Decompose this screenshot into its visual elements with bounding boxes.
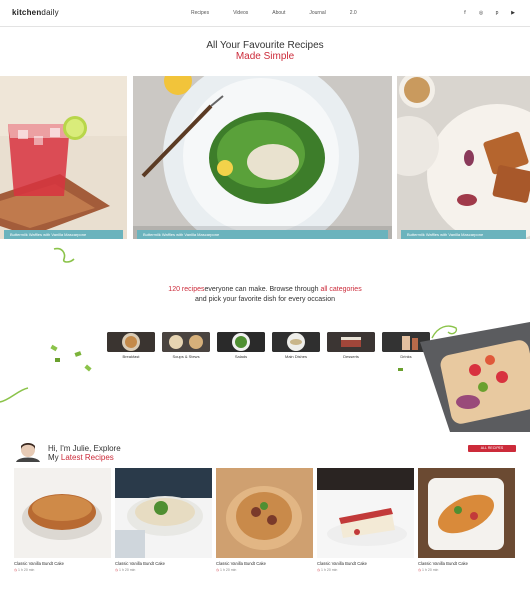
recipe-meta: ◷ 1 h 20 min [115, 568, 212, 572]
nav-item-videos[interactable]: Videos [233, 10, 248, 16]
recipe-title[interactable]: Classic Vanilla Bundt Cake [115, 561, 212, 566]
logo-part-a: kitchen [12, 8, 42, 17]
recipe-meta: ◷ 1 h 20 min [418, 568, 515, 572]
category-desserts[interactable]: Desserts [327, 332, 375, 359]
category-soups-stews[interactable]: Soups & Stews [162, 332, 210, 359]
author-avatar [16, 443, 40, 462]
latest-heading-my: My [48, 453, 61, 462]
desserts-image [327, 332, 375, 352]
recipe-meta: ◷ 1 h 20 min [14, 568, 111, 572]
logo-part-b: daily [41, 8, 59, 17]
latest-heading-line-2: My Latest Recipes [48, 453, 121, 462]
facebook-icon[interactable]: f [462, 10, 468, 16]
intro-text-part: everyone can make. Browse through [204, 286, 321, 293]
category-label: Soups & Stews [172, 354, 200, 359]
category-label: Desserts [343, 354, 359, 359]
latest-heading-line-1: Hi, I'm Julie, Explore [48, 444, 121, 453]
category-label: Salads [234, 354, 248, 359]
cutting-board-image [398, 322, 530, 432]
category-thumb [107, 332, 155, 352]
soups-image [162, 332, 210, 352]
herb-leaves-icon [50, 344, 92, 372]
recipe-title[interactable]: Classic Vanilla Bundt Cake [14, 561, 111, 566]
recipe-time: 1 h 20 min [18, 568, 35, 572]
cheesecake-image [317, 468, 414, 558]
recipe-image [317, 468, 414, 558]
recipe-time: 1 h 20 min [321, 568, 338, 572]
recipe-count-link[interactable]: 120 recipes [168, 286, 204, 293]
category-breakfast[interactable]: Breakfast [107, 332, 155, 359]
intro-text: 120 recipeseveryone can make. Browse thr… [0, 285, 530, 305]
recipe-image [418, 468, 515, 558]
category-label: Main Dishes [284, 354, 307, 359]
intro-line-2: and pick your favorite dish for every oc… [194, 296, 336, 303]
recipe-meta: ◷ 1 h 20 min [216, 568, 313, 572]
salad-image [133, 76, 392, 239]
soup-bowl-image [115, 468, 212, 558]
herb-sprig-icon [53, 247, 75, 263]
recipe-time: 1 h 20 min [119, 568, 136, 572]
recipe-time: 1 h 20 min [422, 568, 439, 572]
category-thumb [272, 332, 320, 352]
intro-line-1: 120 recipeseveryone can make. Browse thr… [0, 285, 530, 295]
header: kitchendaily Recipes Videos About Journa… [0, 0, 530, 27]
waffles-image [397, 76, 530, 239]
latest-heading-accent: Latest Recipes [60, 453, 114, 462]
galette-image [216, 468, 313, 558]
recipe-title[interactable]: Classic Vanilla Bundt Cake [418, 561, 515, 566]
instagram-icon[interactable]: ◎ [478, 10, 484, 16]
all-recipes-button[interactable]: ALL RECIPES [468, 445, 516, 452]
recipe-title[interactable]: Classic Vanilla Bundt Cake [216, 561, 313, 566]
hero-line-1: All Your Favourite Recipes [206, 40, 324, 51]
salads-image [217, 332, 265, 352]
category-thumb [327, 332, 375, 352]
hero-title: All Your Favourite Recipes Made Simple [0, 40, 530, 62]
recipe-image [216, 468, 313, 558]
social-links: f ◎ p ▶ [462, 10, 516, 16]
slide-caption[interactable]: Buttermilk Waffles with Vanilla Mascarpo… [401, 230, 526, 239]
recipe-cards: Classic Vanilla Bundt Cake ◷ 1 h 20 min … [14, 468, 515, 572]
category-list: Breakfast Soups & Stews Salads Main Dish… [107, 332, 430, 359]
nav-item-about[interactable]: About [272, 10, 285, 16]
main-dishes-image [272, 332, 320, 352]
bundt-cake-image [14, 468, 111, 558]
category-main-dishes[interactable]: Main Dishes [272, 332, 320, 359]
site-logo[interactable]: kitchendaily [12, 8, 59, 17]
main-nav: Recipes Videos About Journal 2.0 [191, 10, 381, 16]
drink-image [0, 76, 127, 239]
recipe-card[interactable]: Classic Vanilla Bundt Cake ◷ 1 h 20 min [115, 468, 212, 572]
slide-salad[interactable]: Buttermilk Waffles with Vanilla Mascarpo… [133, 76, 392, 239]
category-thumb [162, 332, 210, 352]
latest-recipes-heading: Hi, I'm Julie, Explore My Latest Recipes [48, 444, 121, 462]
category-label: Breakfast [122, 354, 140, 359]
nav-item-2-0[interactable]: 2.0 [350, 10, 357, 16]
slide-drink[interactable]: Buttermilk Waffles with Vanilla Mascarpo… [0, 76, 127, 239]
baked-fish-image [418, 468, 515, 558]
slide-caption[interactable]: Buttermilk Waffles with Vanilla Mascarpo… [4, 230, 123, 239]
all-categories-link[interactable]: all categories [320, 286, 361, 293]
recipe-time: 1 h 20 min [220, 568, 237, 572]
category-salads[interactable]: Salads [217, 332, 265, 359]
recipe-card[interactable]: Classic Vanilla Bundt Cake ◷ 1 h 20 min [418, 468, 515, 572]
category-thumb [217, 332, 265, 352]
nav-item-recipes[interactable]: Recipes [191, 10, 209, 16]
recipe-meta: ◷ 1 h 20 min [317, 568, 414, 572]
breakfast-image [107, 332, 155, 352]
recipe-image [14, 468, 111, 558]
recipe-card[interactable]: Classic Vanilla Bundt Cake ◷ 1 h 20 min [14, 468, 111, 572]
recipe-title[interactable]: Classic Vanilla Bundt Cake [317, 561, 414, 566]
recipe-card[interactable]: Classic Vanilla Bundt Cake ◷ 1 h 20 min [216, 468, 313, 572]
slide-waffles[interactable]: Buttermilk Waffles with Vanilla Mascarpo… [397, 76, 530, 239]
slide-caption[interactable]: Buttermilk Waffles with Vanilla Mascarpo… [137, 230, 388, 239]
youtube-icon[interactable]: ▶ [510, 10, 516, 16]
hero-line-2: Made Simple [235, 51, 295, 62]
herb-stem-icon [0, 387, 29, 403]
recipe-card[interactable]: Classic Vanilla Bundt Cake ◷ 1 h 20 min [317, 468, 414, 572]
pinterest-icon[interactable]: p [494, 10, 500, 16]
featured-slider: Buttermilk Waffles with Vanilla Mascarpo… [0, 76, 530, 239]
recipe-image [115, 468, 212, 558]
nav-item-journal[interactable]: Journal [309, 10, 325, 16]
